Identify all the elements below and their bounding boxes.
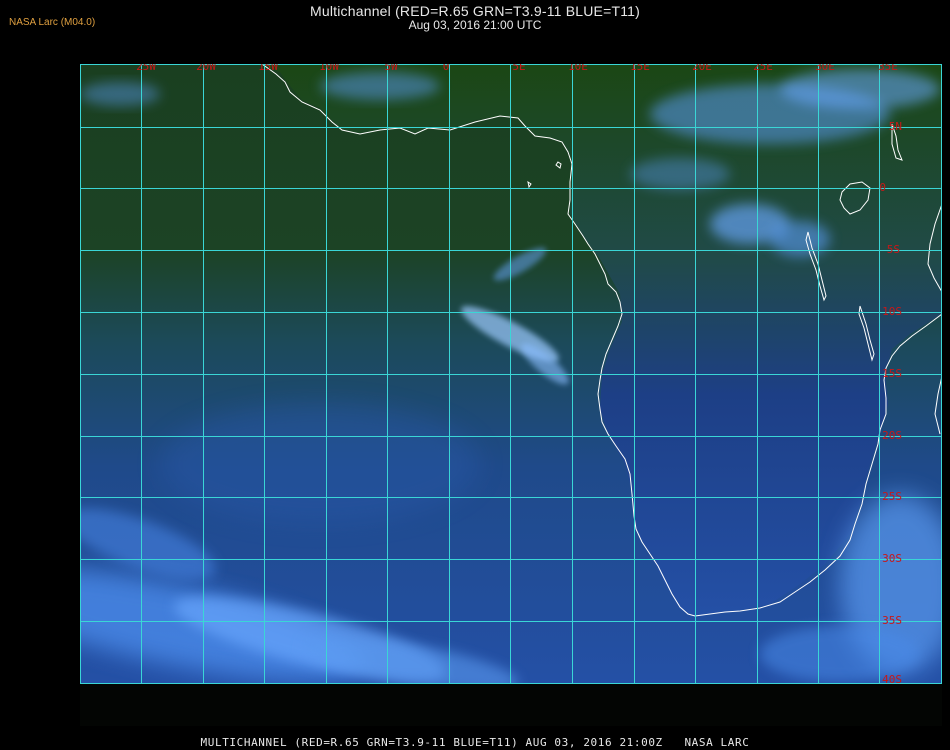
lon-label-20w: 20W	[196, 64, 216, 73]
lat-label-40s: 40S	[882, 673, 902, 684]
lon-label-35e: 35E	[878, 64, 898, 73]
lat-label-20s: 20S	[882, 429, 902, 442]
source-label: NASA Larc (M04.0)	[9, 17, 96, 28]
lon-label-15e: 15E	[630, 64, 650, 73]
lon-label-0: 0	[443, 64, 450, 73]
lat-label-25s: 25S	[882, 490, 902, 503]
lon-label-25w: 25W	[136, 64, 156, 73]
satellite-svg: 25W 20W 15W 10W 5W 0 5E 10E 15E 20E 25E …	[80, 64, 942, 684]
lon-label-25e: 25E	[753, 64, 773, 73]
lon-label-5e: 5E	[512, 64, 525, 73]
lat-label-5s: 5S	[887, 243, 900, 256]
lat-label-5n: 5N	[889, 120, 902, 133]
lon-label-10e: 10E	[568, 64, 588, 73]
lat-label-10s: 10S	[882, 305, 902, 318]
lat-label-35s: 35S	[882, 614, 902, 627]
image-title: Multichannel (RED=R.65 GRN=T3.9-11 BLUE=…	[309, 3, 641, 19]
lon-label-30e: 30E	[815, 64, 835, 73]
lon-label-10w: 10W	[319, 64, 339, 73]
lat-label-15s: 15S	[882, 367, 902, 380]
lat-label-30s: 30S	[882, 552, 902, 565]
satellite-map: 25W 20W 15W 10W 5W 0 5E 10E 15E 20E 25E …	[80, 64, 942, 684]
lon-label-5w: 5W	[384, 64, 398, 73]
lat-label-0: 0	[879, 181, 886, 194]
lon-label-20e: 20E	[692, 64, 712, 73]
lon-label-15w: 15W	[258, 64, 278, 73]
footer-caption: MULTICHANNEL (RED=R.65 GRN=T3.9-11 BLUE=…	[200, 736, 750, 749]
image-datetime: Aug 03, 2016 21:00 UTC	[408, 18, 542, 32]
